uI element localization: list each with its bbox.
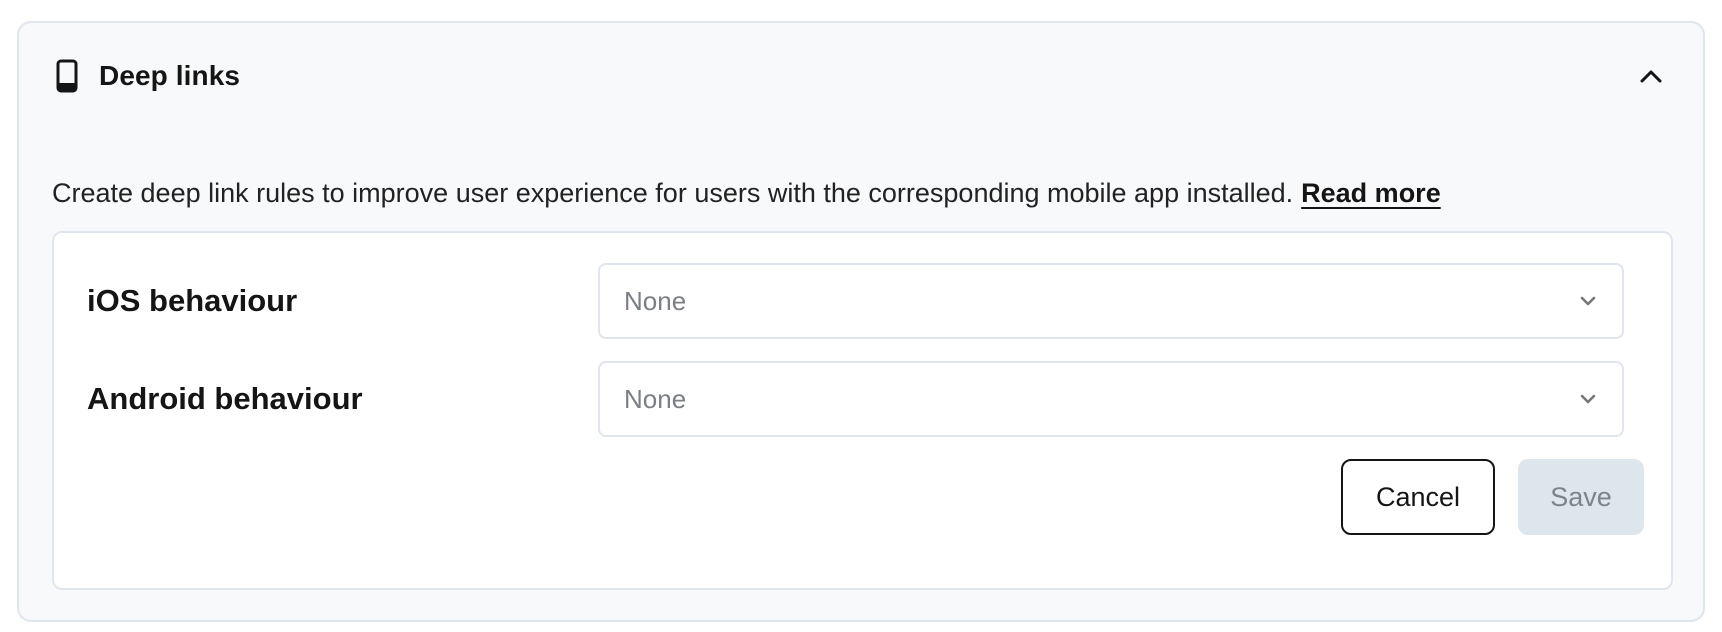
android-behaviour-row: Android behaviour None	[54, 361, 1671, 437]
deep-link-form: iOS behaviour None Android behaviour Non…	[52, 231, 1673, 590]
collapse-button[interactable]	[1633, 58, 1669, 94]
description-text: Create deep link rules to improve user e…	[52, 178, 1294, 208]
description: Create deep link rules to improve user e…	[52, 178, 1441, 209]
chevron-up-icon	[1640, 70, 1662, 83]
ios-behaviour-select[interactable]: None	[598, 263, 1624, 339]
android-behaviour-label: Android behaviour	[87, 381, 363, 416]
save-button[interactable]: Save	[1518, 459, 1644, 535]
read-more-link[interactable]: Read more	[1301, 178, 1441, 208]
ios-behaviour-value: None	[624, 285, 687, 316]
mobile-phone-icon	[53, 58, 81, 94]
chevron-down-icon	[1578, 389, 1598, 409]
deep-links-panel: Deep links Create deep link rules to imp…	[17, 21, 1705, 622]
chevron-down-icon	[1578, 291, 1598, 311]
panel-title: Deep links	[99, 60, 241, 91]
android-behaviour-select[interactable]: None	[598, 361, 1624, 437]
cancel-button[interactable]: Cancel	[1341, 459, 1495, 535]
ios-behaviour-row: iOS behaviour None	[54, 263, 1671, 339]
panel-header[interactable]: Deep links	[19, 23, 1703, 129]
android-behaviour-value: None	[624, 383, 687, 414]
ios-behaviour-label: iOS behaviour	[87, 283, 298, 318]
